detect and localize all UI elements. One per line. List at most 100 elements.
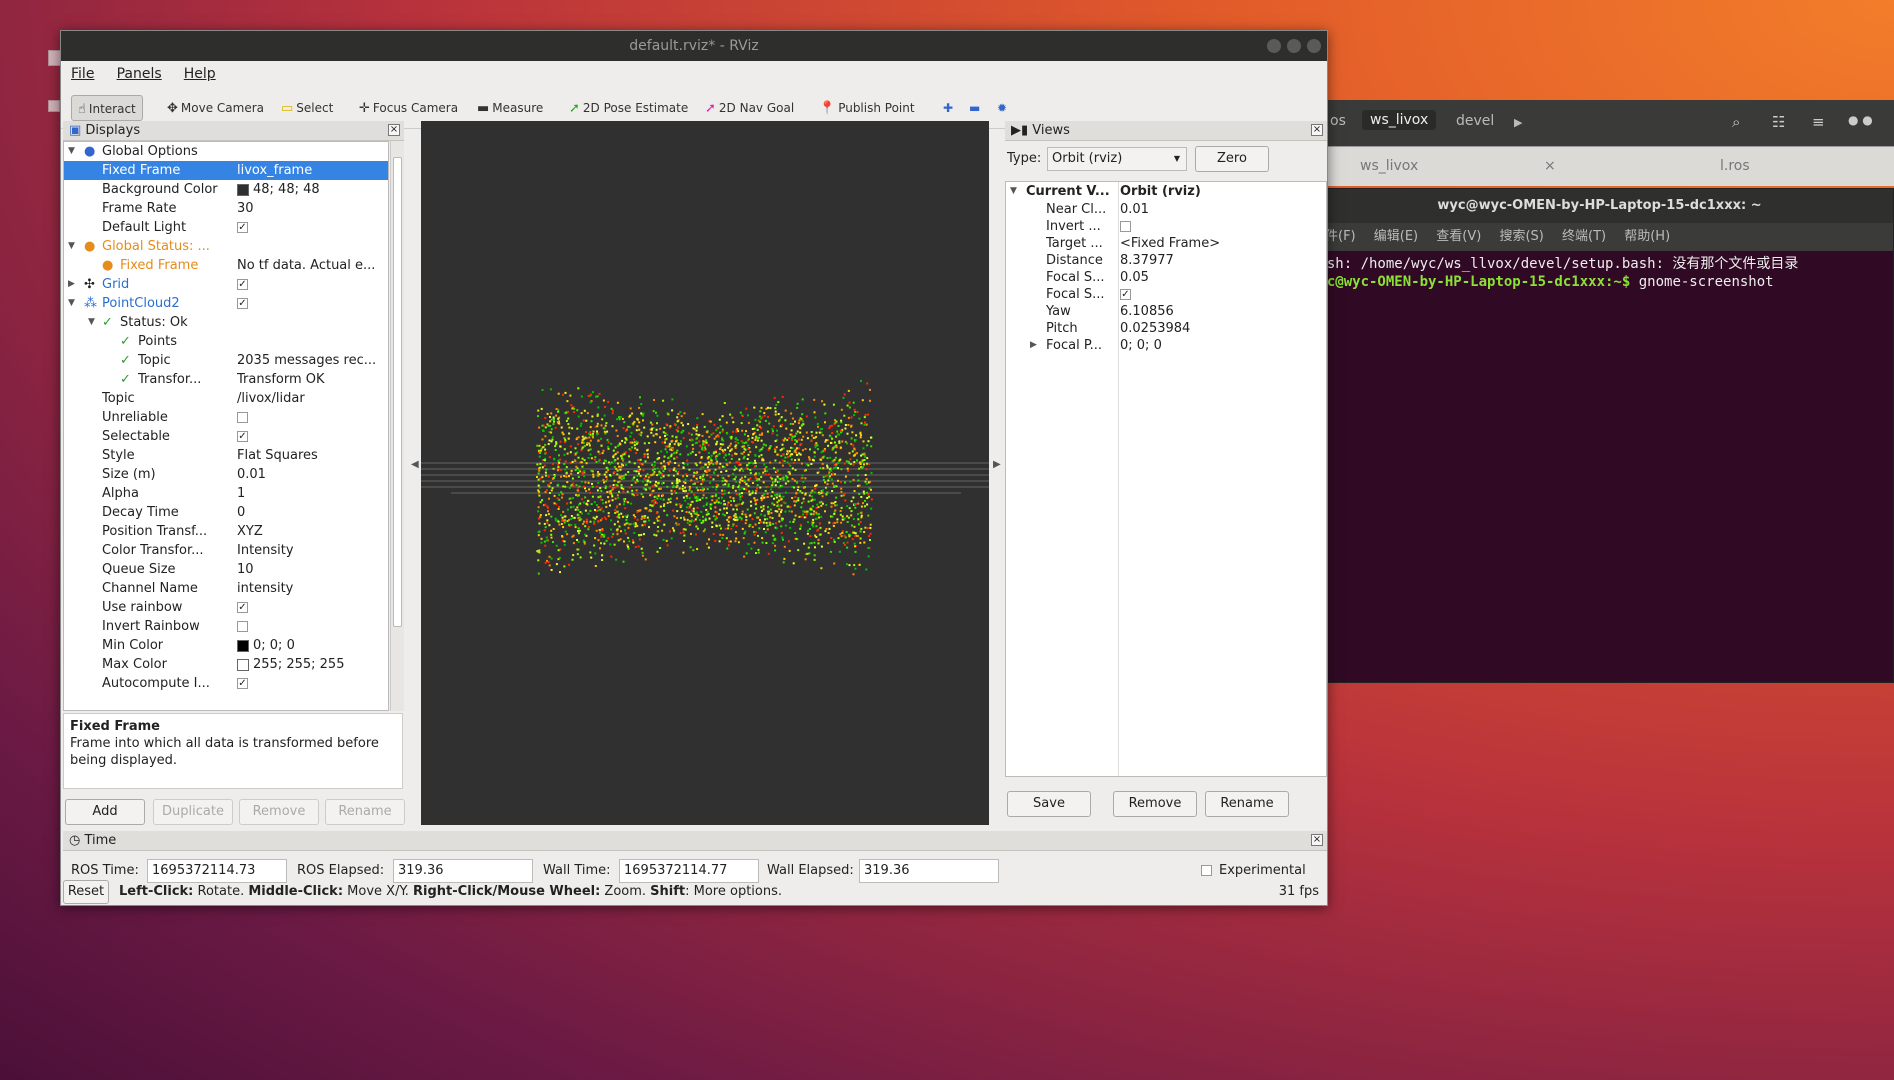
window-controls-icon[interactable]: ● ● <box>1848 113 1873 127</box>
tree-row[interactable]: Topic/livox/lidar <box>64 389 388 408</box>
scrollbar-thumb[interactable] <box>393 157 402 627</box>
breadcrumb-item-active[interactable]: ws_livox <box>1362 110 1437 130</box>
publish-point-tool[interactable]: 📍 Publish Point <box>813 95 921 121</box>
tree-row[interactable]: Pitch 0.0253984 <box>1006 320 1326 337</box>
tree-row[interactable]: ▼ Current V... Orbit (rviz) <box>1006 182 1326 201</box>
tab-ros[interactable]: l.ros <box>1720 158 1750 174</box>
tree-row[interactable]: Target ... <Fixed Frame> <box>1006 235 1326 252</box>
tree-row[interactable]: ▼ ● Global Options <box>64 142 388 161</box>
tree-row[interactable]: ▶ Focal P... 0; 0; 0 <box>1006 337 1326 354</box>
render-view[interactable]: ◀ <box>421 121 989 825</box>
checkbox[interactable]: ✓ <box>237 298 248 309</box>
menu-help[interactable]: Help <box>184 66 216 82</box>
duplicate-button[interactable]: Duplicate <box>153 799 233 825</box>
pointcloud-render[interactable]: ◀ <box>421 121 989 825</box>
tree-row[interactable]: Focal S... ✓ <box>1006 286 1326 303</box>
tree-row[interactable]: Decay Time 0 <box>64 503 388 522</box>
splitter-right-arrow[interactable]: ▶ <box>993 459 1001 470</box>
experimental-checkbox[interactable] <box>1201 865 1212 876</box>
tree-row[interactable]: Position Transf... XYZ <box>64 522 388 541</box>
remove-button[interactable]: Remove <box>239 799 319 825</box>
tree-row[interactable]: Default Light ✓ <box>64 218 388 237</box>
search-icon[interactable]: ⌕ <box>1732 113 1740 131</box>
scrollbar[interactable] <box>390 141 404 711</box>
splitter-left-arrow[interactable]: ◀ <box>411 459 419 470</box>
remove-tool-icon[interactable]: ▬ <box>963 95 986 121</box>
move-camera-tool[interactable]: ✥ Move Camera <box>161 95 270 121</box>
select-tool[interactable]: ▭ Select <box>275 95 339 121</box>
checkbox[interactable]: ✓ <box>237 431 248 442</box>
menu-file[interactable]: File <box>71 66 94 82</box>
tree-row[interactable]: Frame Rate 30 <box>64 199 388 218</box>
checkbox[interactable]: ✓ <box>237 222 248 233</box>
checkbox[interactable]: ✓ <box>237 279 248 290</box>
nav-goal-tool[interactable]: ➚ 2D Nav Goal <box>699 95 800 121</box>
tree-row[interactable]: Focal S... 0.05 <box>1006 269 1326 286</box>
menu-panels[interactable]: Panels <box>117 66 162 82</box>
menu-search[interactable]: 搜索(S) <box>1499 229 1543 244</box>
tree-row[interactable]: ● Fixed Frame No tf data. Actual e... <box>64 256 388 275</box>
menu-icon[interactable]: ≡ <box>1812 113 1825 131</box>
view-type-select[interactable]: Orbit (rviz) ▼ <box>1047 147 1187 171</box>
rename-button[interactable]: Rename <box>1205 791 1289 817</box>
save-button[interactable]: Save <box>1007 791 1091 817</box>
checkbox[interactable]: ✓ <box>237 678 248 689</box>
tree-row[interactable]: Queue Size 10 <box>64 560 388 579</box>
add-button[interactable]: Add <box>65 799 145 825</box>
tree-row[interactable]: ✓ Topic 2035 messages rec... <box>64 351 388 370</box>
tree-row[interactable]: Use rainbow ✓ <box>64 598 388 617</box>
tree-row[interactable]: Near Cl... 0.01 <box>1006 201 1326 218</box>
rename-button[interactable]: Rename <box>325 799 405 825</box>
views-tree[interactable]: ▼ Current V... Orbit (rviz) Near Cl... 0.01… <box>1005 181 1327 777</box>
tree-row[interactable]: ▼ ● Global Status: ... <box>64 237 388 256</box>
tree-row[interactable]: ▼ ⁂ PointCloud2 ✓ <box>64 294 388 313</box>
terminal-output[interactable]: bash: /home/wyc/ws_llvox/devel/setup.bas… <box>1306 251 1893 313</box>
tree-row[interactable]: ▼ ✓ Status: Ok <box>64 313 388 332</box>
close-icon[interactable]: × <box>1544 158 1556 174</box>
tree-row[interactable]: Unreliable <box>64 408 388 427</box>
tree-row[interactable]: Color Transfor... Intensity <box>64 541 388 560</box>
tree-row[interactable]: Min Color 0; 0; 0 <box>64 636 388 655</box>
tree-row[interactable]: Invert ... <box>1006 218 1326 235</box>
zero-button[interactable]: Zero <box>1195 146 1269 172</box>
add-tool-icon[interactable]: ✚ <box>937 95 959 121</box>
reset-button[interactable]: Reset <box>63 880 109 904</box>
tab-ws-livox[interactable]: ws_livox <box>1360 158 1418 174</box>
tree-row[interactable]: Invert Rainbow <box>64 617 388 636</box>
menu-terminal[interactable]: 终端(T) <box>1562 229 1606 244</box>
desktop-icon[interactable] <box>48 100 60 112</box>
remove-button[interactable]: Remove <box>1113 791 1197 817</box>
tree-row[interactable]: Background Color 48; 48; 48 <box>64 180 388 199</box>
tool-properties-icon[interactable]: ✹ <box>991 95 1013 121</box>
tree-row[interactable]: Style Flat Squares <box>64 446 388 465</box>
measure-tool[interactable]: ▬ Measure <box>471 95 549 121</box>
tree-row[interactable]: Autocompute I... ✓ <box>64 674 388 693</box>
menu-help[interactable]: 帮助(H) <box>1624 229 1670 244</box>
tree-row[interactable]: Alpha 1 <box>64 484 388 503</box>
tree-row[interactable]: Distance 8.37977 <box>1006 252 1326 269</box>
tree-row[interactable]: Channel Name intensity <box>64 579 388 598</box>
pose-estimate-tool[interactable]: ➚ 2D Pose Estimate <box>563 95 694 121</box>
checkbox[interactable]: ✓ <box>1120 289 1131 300</box>
tree-row[interactable]: Selectable ✓ <box>64 427 388 446</box>
list-view-icon[interactable]: ☷ <box>1772 113 1785 131</box>
checkbox[interactable] <box>237 412 248 423</box>
menu-view[interactable]: 查看(V) <box>1436 229 1481 244</box>
tree-row[interactable]: ✓ Transfor... Transform OK <box>64 370 388 389</box>
minimize-button[interactable] <box>1267 39 1281 53</box>
terminal-window[interactable]: wyc@wyc-OMEN-by-HP-Laptop-15-dc1xxx: ~ 文… <box>1305 188 1894 683</box>
displays-tree[interactable]: ▼ ● Global Options Fixed Frame livox_frame … <box>63 141 389 711</box>
tree-row[interactable]: ✓ Points <box>64 332 388 351</box>
focus-camera-tool[interactable]: ✛ Focus Camera <box>353 95 464 121</box>
tree-row[interactable]: Size (m) 0.01 <box>64 465 388 484</box>
checkbox[interactable] <box>1120 221 1131 232</box>
close-icon[interactable]: × <box>1311 124 1323 136</box>
tree-row[interactable]: Max Color 255; 255; 255 <box>64 655 388 674</box>
checkbox[interactable]: ✓ <box>237 602 248 613</box>
chevron-right-icon[interactable]: ▶ <box>1514 116 1522 129</box>
interact-tool[interactable]: ☝ Interact <box>71 95 143 121</box>
tree-row[interactable]: ▶ ✣ Grid ✓ <box>64 275 388 294</box>
tree-row-selected[interactable]: Fixed Frame livox_frame <box>64 161 388 180</box>
breadcrumb-item[interactable]: os <box>1330 113 1346 129</box>
close-button[interactable] <box>1307 39 1321 53</box>
